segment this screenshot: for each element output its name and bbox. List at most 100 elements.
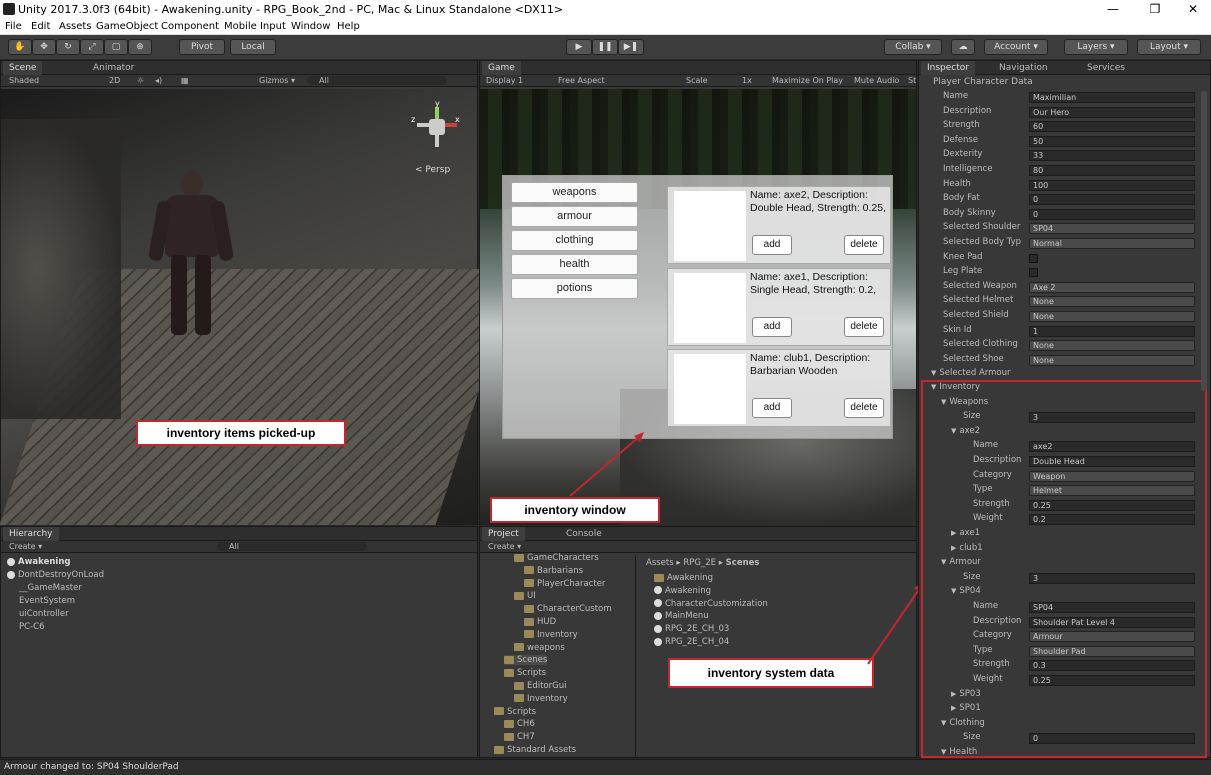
delete-button[interactable]: delete bbox=[844, 398, 884, 418]
scale-tool-icon[interactable]: ⤢ bbox=[80, 39, 104, 55]
hierarchy-item[interactable]: uiController bbox=[19, 609, 69, 619]
hierarchy-item[interactable]: Awakening bbox=[7, 557, 70, 567]
project-folder[interactable]: PlayerCharacter bbox=[524, 579, 605, 589]
layers-button[interactable]: Layers ▾ bbox=[1064, 39, 1128, 55]
project-folder[interactable]: Scripts bbox=[494, 707, 536, 717]
scene-viewport[interactable]: y x z < Persp bbox=[0, 89, 519, 525]
tab-services[interactable]: Services bbox=[1081, 61, 1131, 75]
chevron-down-icon[interactable]: ▼ bbox=[941, 719, 946, 727]
project-folder[interactable]: HUD bbox=[524, 617, 556, 627]
gizmos-dropdown[interactable]: Gizmos ▾ bbox=[259, 76, 295, 85]
project-create-button[interactable]: Create ▾ bbox=[488, 542, 521, 551]
project-folder[interactable]: Scripts bbox=[504, 668, 546, 678]
inspector-field-sp04[interactable]: ▼ SP04 bbox=[951, 586, 981, 600]
field-value[interactable]: 33 bbox=[1029, 150, 1195, 162]
cloud-icon[interactable]: ☁ bbox=[951, 39, 975, 55]
maximize-button[interactable]: ❐ bbox=[1138, 0, 1172, 19]
project-file[interactable]: RPG_2E_CH_03 bbox=[654, 624, 729, 634]
breadcrumb-scenes[interactable]: Scenes bbox=[726, 558, 760, 568]
field-value[interactable]: Maximilian bbox=[1029, 92, 1195, 103]
local-toggle[interactable]: Local bbox=[230, 39, 276, 55]
category-weapons-button[interactable]: weapons bbox=[511, 182, 638, 203]
inspector-field-sp01[interactable]: ▶ SP01 bbox=[951, 703, 981, 717]
hierarchy-item[interactable]: PC-C6 bbox=[19, 622, 44, 632]
menu-assets[interactable]: Assets bbox=[59, 21, 92, 32]
field-value[interactable]: Shoulder Pad bbox=[1029, 645, 1195, 657]
field-value[interactable]: 50 bbox=[1029, 135, 1195, 147]
pivot-toggle[interactable]: Pivot bbox=[179, 39, 225, 55]
field-value[interactable]: 3 bbox=[1029, 572, 1195, 584]
pause-icon[interactable]: ❚❚ bbox=[592, 39, 618, 55]
close-button[interactable]: ✕ bbox=[1176, 0, 1210, 19]
layout-button[interactable]: Layout ▾ bbox=[1137, 39, 1201, 55]
field-value[interactable]: 0 bbox=[1029, 208, 1195, 220]
project-folder[interactable]: GameCharacters bbox=[514, 553, 599, 563]
chevron-right-icon[interactable]: ▶ bbox=[951, 544, 956, 552]
hierarchy-item[interactable]: __GameMaster bbox=[19, 583, 82, 593]
tab-hierarchy[interactable]: Hierarchy bbox=[3, 527, 59, 541]
chevron-right-icon[interactable]: ▶ bbox=[951, 529, 956, 537]
field-value[interactable]: None bbox=[1029, 354, 1195, 366]
field-value[interactable]: 0 bbox=[1029, 194, 1195, 206]
menu-file[interactable]: File bbox=[5, 21, 22, 32]
project-file[interactable]: Awakening bbox=[654, 573, 713, 583]
hierarchy-item[interactable]: EventSystem bbox=[19, 596, 75, 606]
chevron-down-icon[interactable]: ▼ bbox=[941, 748, 946, 756]
checkbox[interactable] bbox=[1029, 253, 1038, 263]
inspector-field-weapons[interactable]: ▼ Weapons bbox=[941, 397, 988, 411]
tab-animator[interactable]: Animator bbox=[87, 61, 140, 75]
menu-gameobject[interactable]: GameObject bbox=[96, 21, 158, 32]
project-folder[interactable]: Scenes bbox=[504, 655, 548, 666]
project-folder[interactable]: Inventory bbox=[514, 694, 568, 704]
field-value[interactable]: Shoulder Pat Level 4 bbox=[1029, 616, 1195, 628]
lighting-icon[interactable]: ☼ bbox=[137, 76, 144, 85]
effects-icon[interactable]: ▦ bbox=[181, 76, 189, 85]
menu-edit[interactable]: Edit bbox=[31, 21, 50, 32]
project-file[interactable]: Awakening bbox=[654, 586, 711, 596]
inspector-field-armour[interactable]: ▼ Armour bbox=[941, 557, 981, 571]
tab-console[interactable]: Console bbox=[560, 527, 608, 541]
inspector-scrollbar[interactable] bbox=[1201, 91, 1207, 391]
field-value[interactable]: axe2 bbox=[1029, 441, 1195, 453]
project-folder[interactable]: CH6 bbox=[504, 719, 535, 729]
tab-inspector[interactable]: Inspector bbox=[921, 61, 975, 75]
field-value[interactable]: None bbox=[1029, 340, 1195, 352]
field-value[interactable]: Our Hero bbox=[1029, 106, 1195, 118]
field-value[interactable]: 0.3 bbox=[1029, 660, 1195, 672]
field-value[interactable]: 3 bbox=[1029, 412, 1195, 424]
display-dropdown[interactable]: Display 1 bbox=[486, 76, 523, 85]
field-value[interactable]: Helmet bbox=[1029, 485, 1195, 497]
play-icon[interactable]: ▶ bbox=[566, 39, 592, 55]
rotate-tool-icon[interactable]: ↻ bbox=[56, 39, 80, 55]
hierarchy-search-input[interactable]: All bbox=[217, 542, 367, 551]
tab-navigation[interactable]: Navigation bbox=[993, 61, 1054, 75]
chevron-down-icon[interactable]: ▼ bbox=[931, 369, 936, 377]
field-value[interactable]: 100 bbox=[1029, 179, 1195, 191]
chevron-down-icon[interactable]: ▼ bbox=[941, 558, 946, 566]
scale-value[interactable]: 1x bbox=[742, 76, 752, 85]
game-viewport[interactable]: weapons armour clothing health potions N… bbox=[480, 89, 916, 525]
maximize-on-play-toggle[interactable]: Maximize On Play bbox=[772, 76, 843, 85]
hierarchy-create-button[interactable]: Create ▾ bbox=[9, 542, 42, 551]
field-value[interactable]: 0 bbox=[1029, 733, 1195, 745]
add-button[interactable]: add bbox=[752, 235, 792, 255]
mute-audio-toggle[interactable]: Mute Audio bbox=[854, 76, 899, 85]
chevron-right-icon[interactable]: ▶ bbox=[951, 690, 956, 698]
collab-button[interactable]: Collab ▾ bbox=[884, 39, 942, 55]
field-value[interactable]: Normal bbox=[1029, 238, 1195, 249]
field-value[interactable]: Double Head bbox=[1029, 456, 1195, 467]
move-tool-icon[interactable]: ✥ bbox=[32, 39, 56, 55]
chevron-down-icon[interactable]: ▼ bbox=[941, 398, 946, 406]
chevron-down-icon[interactable]: ▼ bbox=[931, 383, 936, 391]
stats-toggle[interactable]: St bbox=[908, 76, 916, 85]
inspector-field-axe1[interactable]: ▶ axe1 bbox=[951, 528, 980, 542]
minimize-button[interactable]: — bbox=[1096, 0, 1130, 19]
chevron-down-icon[interactable]: ▼ bbox=[951, 427, 956, 435]
project-folder[interactable]: UI bbox=[514, 591, 536, 601]
breadcrumb-assets[interactable]: Assets bbox=[646, 558, 674, 568]
delete-button[interactable]: delete bbox=[844, 235, 884, 255]
breadcrumb-rpg2e[interactable]: RPG_2E bbox=[683, 558, 716, 568]
chevron-down-icon[interactable]: ▼ bbox=[951, 587, 956, 595]
menu-mobile-input[interactable]: Mobile Input bbox=[224, 21, 286, 32]
tab-scene[interactable]: Scene bbox=[3, 61, 43, 75]
